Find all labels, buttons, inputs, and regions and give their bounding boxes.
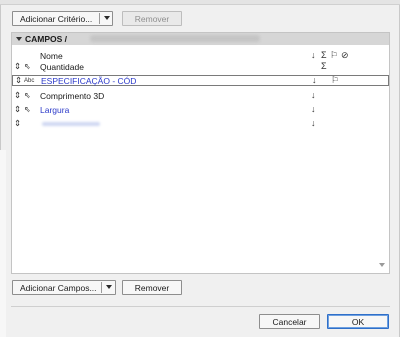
sort-arrow-icon[interactable]: ↓	[312, 75, 317, 85]
dialog-top-strip	[0, 0, 400, 5]
add-criteria-button[interactable]: Adicionar Critério...	[12, 11, 113, 26]
column-name-header: Nome	[40, 51, 63, 61]
redacted-section-title	[90, 35, 260, 42]
cancel-button[interactable]: Cancelar	[259, 314, 320, 329]
chevron-down-icon[interactable]	[104, 16, 110, 20]
section-title: CAMPOS /	[25, 34, 68, 44]
remove-criteria-button[interactable]: Remover	[122, 11, 182, 26]
fields-section-header[interactable]: CAMPOS /	[12, 33, 389, 45]
column-header-row: Nome ↓ Σ ⚐ ⊘	[12, 50, 389, 62]
table-row-selected[interactable]: ⇕ Abc ESPECIFICAÇÃO - CÓD ↓ ⚐	[12, 75, 389, 86]
sort-arrow-icon[interactable]: ↓	[311, 50, 316, 60]
add-criteria-divider	[99, 13, 100, 24]
chevron-down-icon[interactable]	[106, 285, 112, 289]
field-label: ESPECIFICAÇÃO - CÓD	[41, 76, 137, 86]
field-label: Largura	[40, 105, 70, 115]
fields-panel: CAMPOS / Nome ↓ Σ ⚐ ⊘ ⇕ ⇖ Quantidade Σ ⇕…	[11, 32, 390, 274]
drag-handle-icon[interactable]: ⇕	[15, 75, 22, 86]
scroll-down-arrow-icon[interactable]	[379, 263, 385, 267]
sort-arrow-icon[interactable]: ↓	[311, 90, 316, 100]
arrow-cursor-icon: ⇖	[24, 105, 31, 114]
sort-arrow-icon[interactable]: ↓	[311, 118, 316, 128]
field-label: Comprimento 3D	[40, 91, 105, 101]
table-row[interactable]: ⇕ ⇖ Largura ↓	[12, 104, 389, 116]
footer-divider	[11, 306, 390, 307]
table-row[interactable]: ⇕ ⇖ Quantidade Σ	[12, 61, 389, 73]
table-row[interactable]: ⇕ ↓	[12, 118, 389, 130]
drag-handle-icon[interactable]: ⇕	[14, 118, 21, 129]
cancel-label: Cancelar	[272, 316, 307, 327]
arrow-cursor-icon: ⇖	[24, 62, 31, 71]
table-row[interactable]: ⇕ ⇖ Comprimento 3D ↓	[12, 90, 389, 102]
sum-icon[interactable]: Σ	[321, 61, 327, 71]
field-label: Quantidade	[40, 62, 84, 72]
add-criteria-label: Adicionar Critério...	[20, 13, 93, 24]
drag-handle-icon[interactable]: ⇕	[14, 61, 21, 72]
flag-icon[interactable]: ⚐	[330, 50, 338, 61]
collapse-caret-icon[interactable]	[16, 37, 22, 41]
sort-arrow-icon[interactable]: ↓	[311, 104, 316, 114]
remove-fields-button[interactable]: Remover	[122, 280, 182, 295]
add-fields-button[interactable]: Adicionar Campos...	[12, 280, 116, 295]
drag-handle-icon[interactable]: ⇕	[14, 104, 21, 115]
left-edge-shadow	[0, 150, 6, 337]
remove-criteria-label: Remover	[134, 13, 170, 24]
ok-button[interactable]: OK	[327, 314, 389, 329]
add-fields-label: Adicionar Campos...	[20, 282, 97, 293]
redacted-field-label	[42, 122, 100, 126]
arrow-cursor-icon: ⇖	[24, 91, 31, 100]
ok-label: OK	[351, 316, 365, 327]
remove-fields-label: Remover	[134, 282, 170, 293]
add-fields-divider	[101, 282, 102, 293]
abc-text-icon: Abc	[24, 78, 35, 84]
flag-icon[interactable]: ⚐	[331, 75, 339, 86]
sum-icon[interactable]: Σ	[321, 50, 327, 60]
eye-slash-icon[interactable]: ⊘	[341, 50, 349, 61]
drag-handle-icon[interactable]: ⇕	[14, 90, 21, 101]
